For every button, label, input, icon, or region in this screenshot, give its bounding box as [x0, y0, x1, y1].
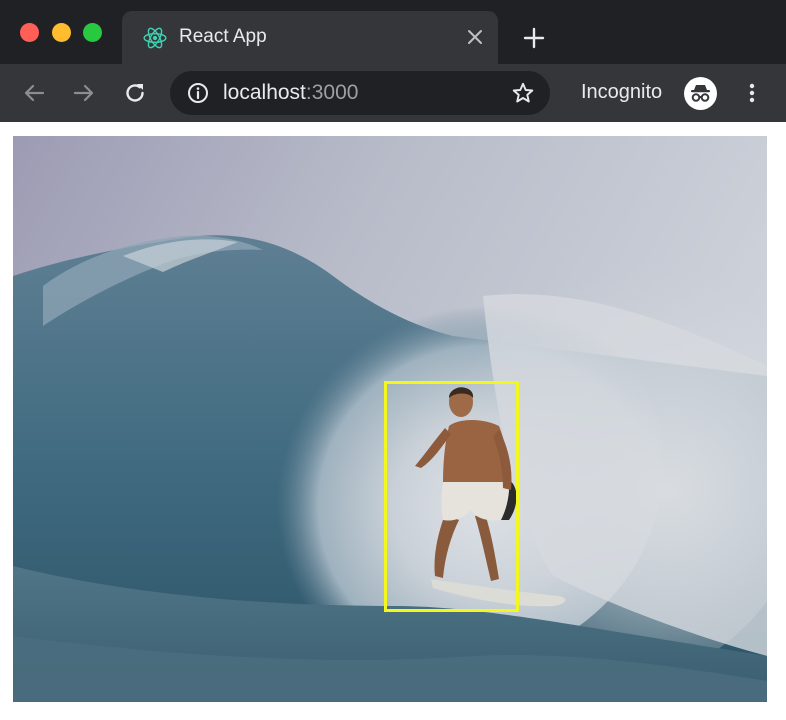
info-icon[interactable] — [187, 82, 209, 104]
incognito-glyph — [691, 85, 710, 102]
surf-video-frame — [13, 136, 767, 702]
kebab-menu-icon[interactable] — [740, 81, 764, 105]
plus-icon[interactable] — [522, 26, 546, 50]
incognito-label[interactable]: Incognito — [581, 81, 662, 104]
maximize-window-button[interactable] — [83, 23, 102, 42]
star-icon[interactable] — [511, 81, 535, 105]
browser-toolbar: localhost:3000 Incognito — [0, 64, 786, 122]
arrow-left-icon[interactable] — [22, 81, 46, 105]
tab-react-app[interactable]: React App — [122, 11, 498, 64]
close-icon[interactable] — [466, 28, 484, 46]
minimize-window-button[interactable] — [52, 23, 71, 42]
url-host: localhost — [223, 81, 306, 104]
incognito-icon[interactable] — [684, 77, 717, 110]
tab-title: React App — [179, 26, 267, 47]
close-window-button[interactable] — [20, 23, 39, 42]
page-viewport — [0, 122, 786, 720]
url-text[interactable]: localhost:3000 — [223, 81, 358, 105]
reload-icon[interactable] — [123, 81, 147, 105]
address-bar[interactable]: localhost:3000 — [170, 71, 550, 115]
react-logo-icon — [143, 27, 167, 49]
browser-window: React App localhost:3000 Incognito — [0, 0, 786, 720]
url-port: :3000 — [305, 81, 359, 104]
tab-strip: React App — [0, 0, 786, 64]
arrow-right-icon[interactable] — [72, 81, 96, 105]
person-detection-box — [384, 381, 519, 612]
